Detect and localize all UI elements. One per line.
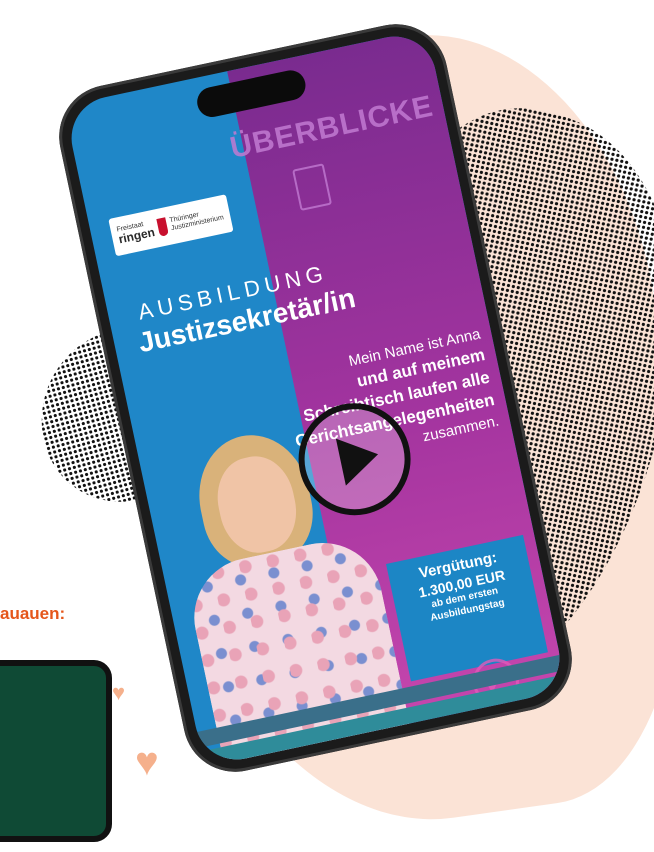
logo-text: Freistaat ringen bbox=[116, 219, 156, 247]
play-icon bbox=[335, 430, 384, 486]
heart-icon: ♥ bbox=[112, 680, 126, 705]
crest-icon bbox=[156, 217, 169, 237]
green-card bbox=[0, 660, 112, 842]
logo: Freistaat ringen Thüringer Justizministe… bbox=[108, 194, 234, 257]
ministry-text: Thüringer Justizministerium bbox=[168, 211, 225, 233]
heart-icon: ♥ bbox=[135, 740, 159, 784]
side-label: auauen: bbox=[0, 604, 66, 623]
